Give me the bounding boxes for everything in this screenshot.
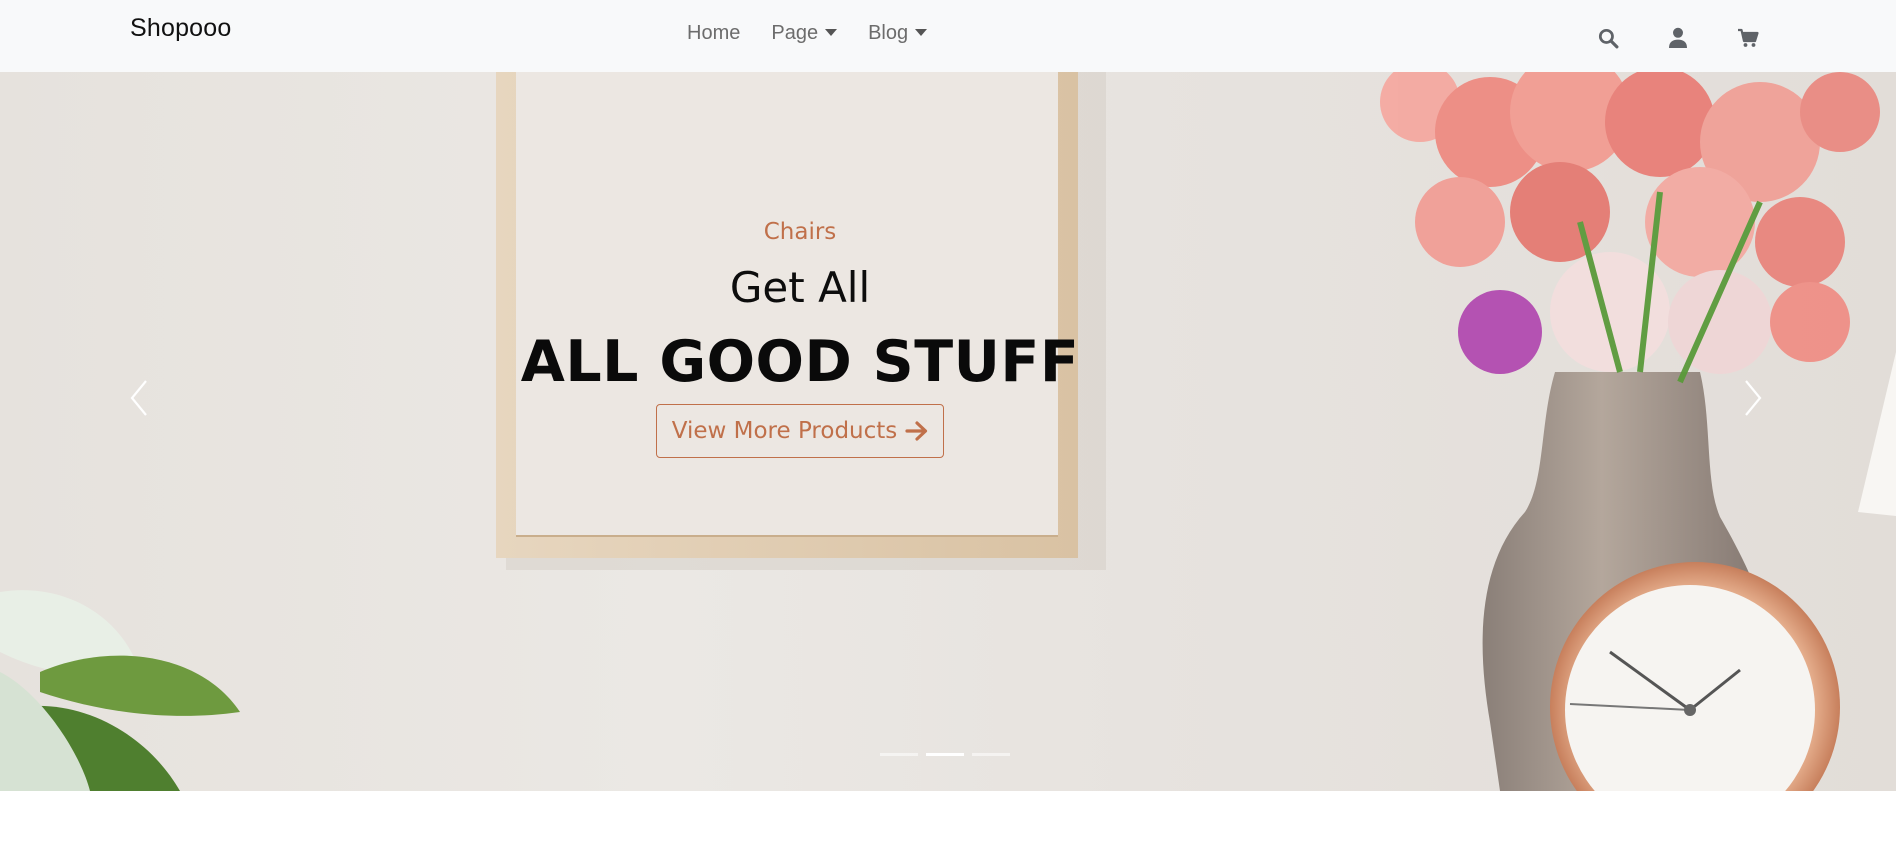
carousel-indicators [880, 753, 1018, 756]
carousel-prev-button[interactable] [124, 373, 154, 423]
slide-caption: Chairs Get All ALL GOOD STUFF View More … [500, 214, 1100, 458]
nav-links: Home Page Blog [687, 22, 958, 45]
user-icon[interactable] [1666, 26, 1690, 50]
cta-label: View More Products [671, 418, 898, 444]
nav-icons [1596, 26, 1760, 50]
carousel-indicator-2[interactable] [926, 753, 964, 756]
chevron-left-icon [130, 380, 147, 416]
caret-down-icon [825, 29, 838, 36]
cart-icon[interactable] [1736, 26, 1760, 50]
carousel-indicator-3[interactable] [972, 753, 1010, 756]
nav-link-home[interactable]: Home [687, 22, 740, 45]
nav-link-label: Blog [868, 22, 909, 44]
nav-link-label: Page [771, 22, 819, 44]
arrow-right-icon [905, 420, 929, 442]
carousel-indicator-1[interactable] [880, 753, 918, 756]
nav-link-blog[interactable]: Blog [868, 22, 928, 45]
nav-link-page[interactable]: Page [771, 22, 838, 45]
nav-link-label: Home [687, 22, 741, 44]
slide-heading: Get All [729, 263, 871, 312]
slide-title: ALL GOOD STUFF [520, 329, 1080, 395]
slide-subtitle: Chairs [763, 219, 837, 245]
search-icon[interactable] [1596, 26, 1620, 50]
hero-carousel: Chairs Get All ALL GOOD STUFF View More … [0, 72, 1896, 791]
carousel-next-button[interactable] [1738, 373, 1768, 423]
brand-logo[interactable]: Shopooo [130, 14, 232, 43]
chevron-right-icon [1745, 380, 1762, 416]
caret-down-icon [915, 29, 928, 36]
view-more-products-button[interactable]: View More Products [655, 404, 945, 458]
navbar: Shopooo Home Page Blog [0, 0, 1896, 72]
